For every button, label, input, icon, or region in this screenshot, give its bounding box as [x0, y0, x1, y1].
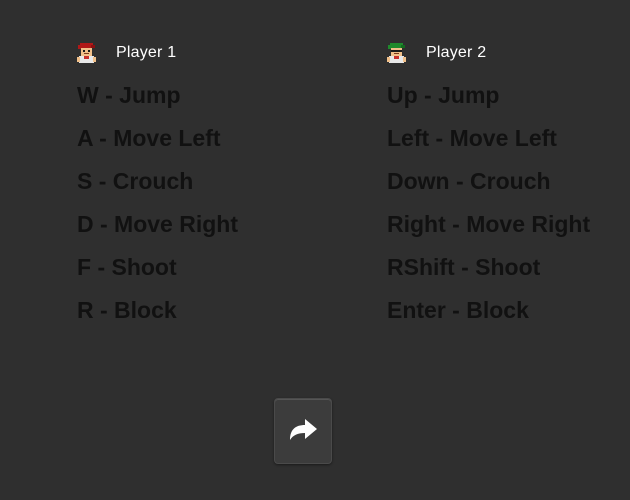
player-1-move-left-control: A - Move Left: [77, 125, 221, 151]
player-2-header: Player 2: [385, 38, 590, 68]
player-1-crouch-control: S - Crouch: [77, 168, 194, 194]
player-2-crouch-control: Down - Crouch: [387, 168, 551, 194]
player-2-column: Player 2 Up - Jump Left - Move Left Down…: [385, 38, 590, 332]
player-1-move-right-control: D - Move Right: [77, 211, 238, 237]
player-1-shoot-control: F - Shoot: [77, 254, 177, 280]
green-fighter-icon: [385, 41, 409, 65]
player-1-block-control: R - Block: [77, 297, 177, 323]
player-2-shoot-control: RShift - Shoot: [387, 254, 541, 280]
player-2-label: Player 2: [426, 44, 487, 61]
player-2-move-right-control: Right - Move Right: [387, 211, 591, 237]
player-2-block-control: Enter - Block: [387, 297, 529, 323]
player-2-jump-control: Up - Jump: [387, 82, 500, 108]
forward-arrow-icon: [286, 415, 320, 448]
player-2-move-left-control: Left - Move Left: [387, 125, 557, 151]
red-fighter-icon: [75, 41, 99, 65]
player-1-controls: W - Jump A - Move Left S - Crouch D - Mo…: [77, 74, 238, 332]
player-1-label: Player 1: [116, 44, 177, 61]
player-1-jump-control: W - Jump: [77, 82, 181, 108]
player-2-controls: Up - Jump Left - Move Left Down - Crouch…: [387, 74, 590, 332]
player-1-header: Player 1: [75, 38, 238, 68]
player-1-column: Player 1 W - Jump A - Move Left S - Crou…: [75, 38, 238, 332]
next-button[interactable]: [274, 398, 332, 464]
